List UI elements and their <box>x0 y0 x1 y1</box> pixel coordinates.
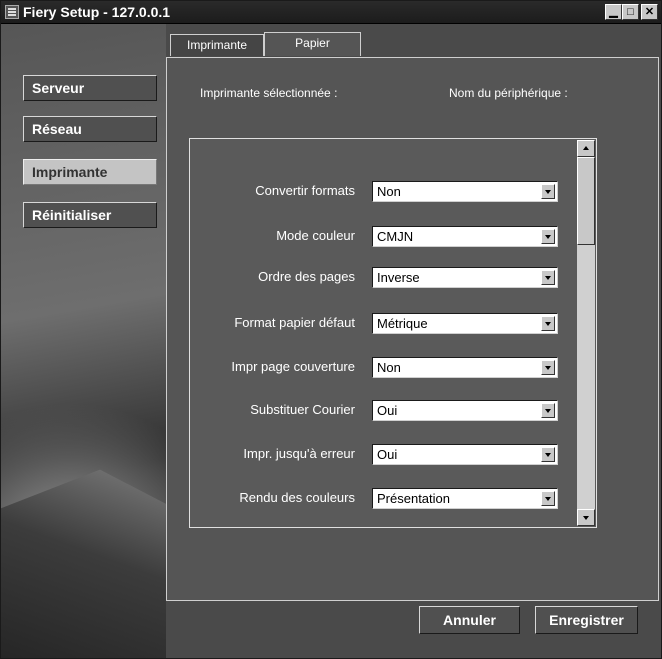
substituer-courier-label: Substituer Courier <box>250 402 355 417</box>
ordre-des-pages-select[interactable]: Inverse <box>372 267 558 288</box>
cancel-button[interactable]: Annuler <box>419 606 520 634</box>
select-value: Présentation <box>377 491 450 506</box>
format-papier-defaut-select[interactable]: Métrique <box>372 313 558 334</box>
mode-couleur-label: Mode couleur <box>276 228 355 243</box>
tab-papier[interactable]: Papier <box>264 32 361 56</box>
dropdown-arrow-icon[interactable] <box>541 447 555 462</box>
sidebar-item-reinitialiser[interactable]: Réinitialiser <box>23 202 157 228</box>
substituer-courier-select[interactable]: Oui <box>372 400 558 421</box>
impr-page-couverture-label: Impr page couverture <box>231 359 355 374</box>
sidebar-item-serveur[interactable]: Serveur <box>23 75 157 101</box>
ordre-des-pages-label: Ordre des pages <box>258 269 355 284</box>
sidebar-item-reseau[interactable]: Réseau <box>23 116 157 142</box>
tab-imprimante[interactable]: Imprimante <box>170 34 264 56</box>
vertical-scrollbar[interactable] <box>577 140 595 526</box>
scrollbar-thumb[interactable] <box>577 157 595 245</box>
impr-jusqua-erreur-label: Impr. jusqu'à erreur <box>243 446 355 461</box>
rendu-des-couleurs-select[interactable]: Présentation <box>372 488 558 509</box>
app-menu-icon[interactable] <box>5 5 19 19</box>
select-value: Non <box>377 360 401 375</box>
scroll-up-arrow-icon[interactable] <box>577 140 595 157</box>
select-value: Oui <box>377 447 398 462</box>
rendu-des-couleurs-label: Rendu des couleurs <box>239 490 355 505</box>
printer-selected-label: Imprimante sélectionnée : <box>200 86 338 100</box>
app-window: Fiery Setup - 127.0.0.1 ▁ □ ✕ Serveur Ré… <box>0 0 662 659</box>
window-title: Fiery Setup - 127.0.0.1 <box>23 4 171 20</box>
dropdown-arrow-icon[interactable] <box>541 316 555 331</box>
convertir-formats-select[interactable]: Non <box>372 181 558 202</box>
save-button[interactable]: Enregistrer <box>535 606 638 634</box>
impr-page-couverture-select[interactable]: Non <box>372 357 558 378</box>
scroll-down-arrow-icon[interactable] <box>577 509 595 526</box>
select-value: Métrique <box>377 316 428 331</box>
mode-couleur-select[interactable]: CMJN <box>372 226 558 247</box>
select-value: Oui <box>377 403 398 418</box>
dropdown-arrow-icon[interactable] <box>541 403 555 418</box>
dropdown-arrow-icon[interactable] <box>541 360 555 375</box>
dropdown-arrow-icon[interactable] <box>541 184 555 199</box>
dropdown-arrow-icon[interactable] <box>541 491 555 506</box>
dropdown-arrow-icon[interactable] <box>541 229 555 244</box>
title-bar: Fiery Setup - 127.0.0.1 ▁ □ ✕ <box>1 1 661 24</box>
convertir-formats-label: Convertir formats <box>255 183 355 198</box>
device-name-label: Nom du périphérique : <box>449 86 568 100</box>
close-button[interactable]: ✕ <box>641 4 658 20</box>
maximize-button[interactable]: □ <box>622 4 639 20</box>
impr-jusqua-erreur-select[interactable]: Oui <box>372 444 558 465</box>
format-papier-defaut-label: Format papier défaut <box>234 315 355 330</box>
sidebar-background-graphic <box>1 469 166 658</box>
select-value: Inverse <box>377 270 420 285</box>
sidebar-item-imprimante[interactable]: Imprimante <box>23 159 157 185</box>
dropdown-arrow-icon[interactable] <box>541 270 555 285</box>
select-value: Non <box>377 184 401 199</box>
minimize-button[interactable]: ▁ <box>605 4 622 20</box>
select-value: CMJN <box>377 229 414 244</box>
